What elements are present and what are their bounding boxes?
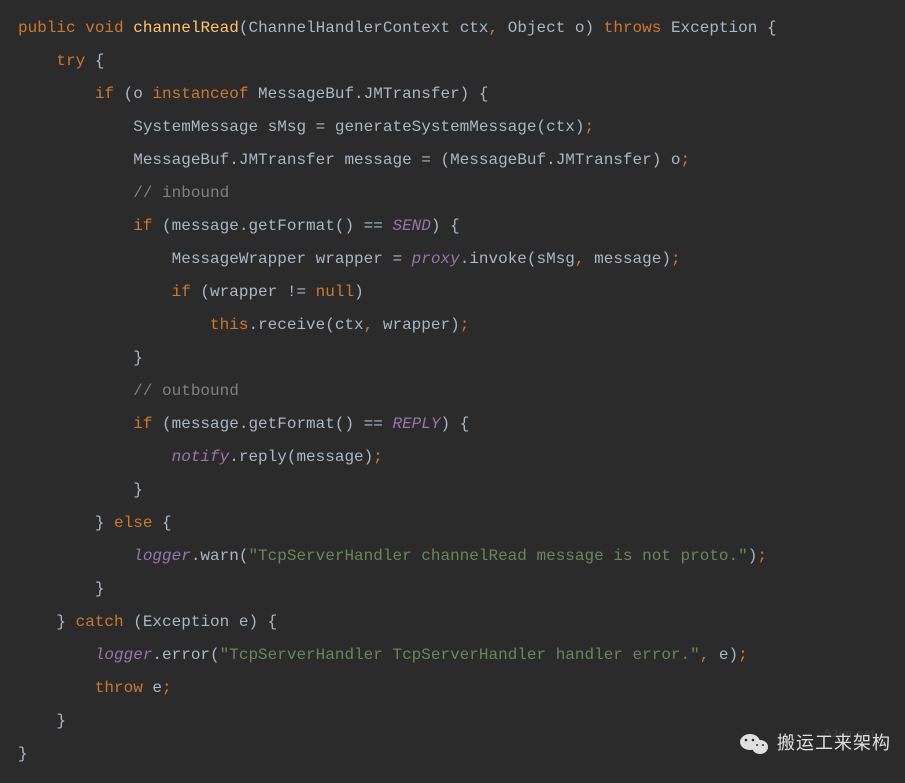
watermark-label: 搬运工来架构 bbox=[777, 727, 891, 760]
watermark: 搬运工来架构 bbox=[739, 727, 891, 760]
wechat-icon bbox=[739, 732, 769, 756]
code-snippet: public void channelRead(ChannelHandlerCo… bbox=[0, 0, 905, 783]
